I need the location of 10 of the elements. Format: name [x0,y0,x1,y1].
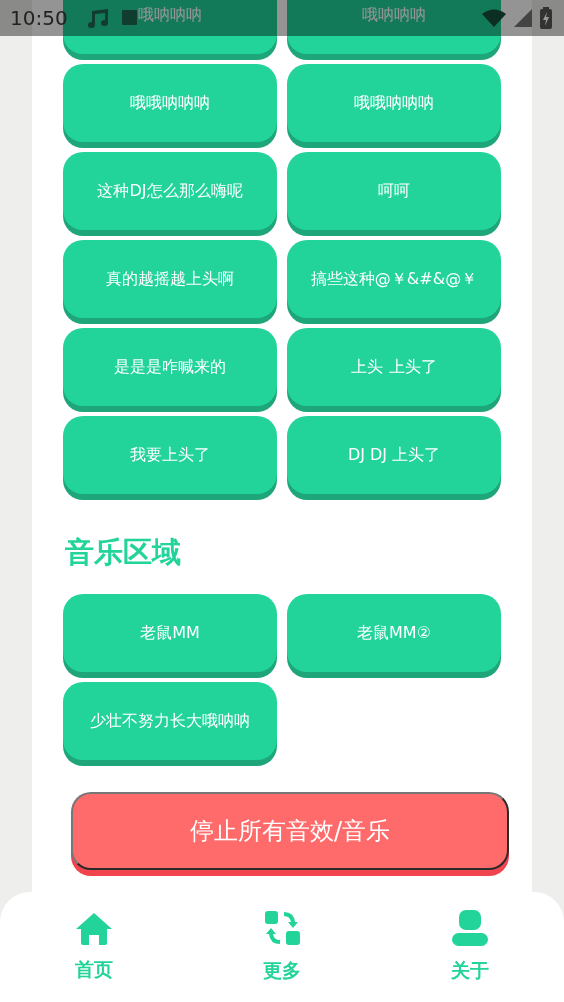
signal-icon [514,9,532,27]
tab[interactable]: 首页 [44,892,144,1002]
section-title: 音乐区域 [65,534,182,570]
tab[interactable]: 关于 [420,892,520,1002]
wifi-icon [482,9,506,27]
home-icon [74,911,114,945]
tab[interactable]: 更多 [232,892,332,1002]
battery-icon [540,7,552,29]
user-icon [452,910,488,946]
swap-squares-icon [264,910,300,946]
